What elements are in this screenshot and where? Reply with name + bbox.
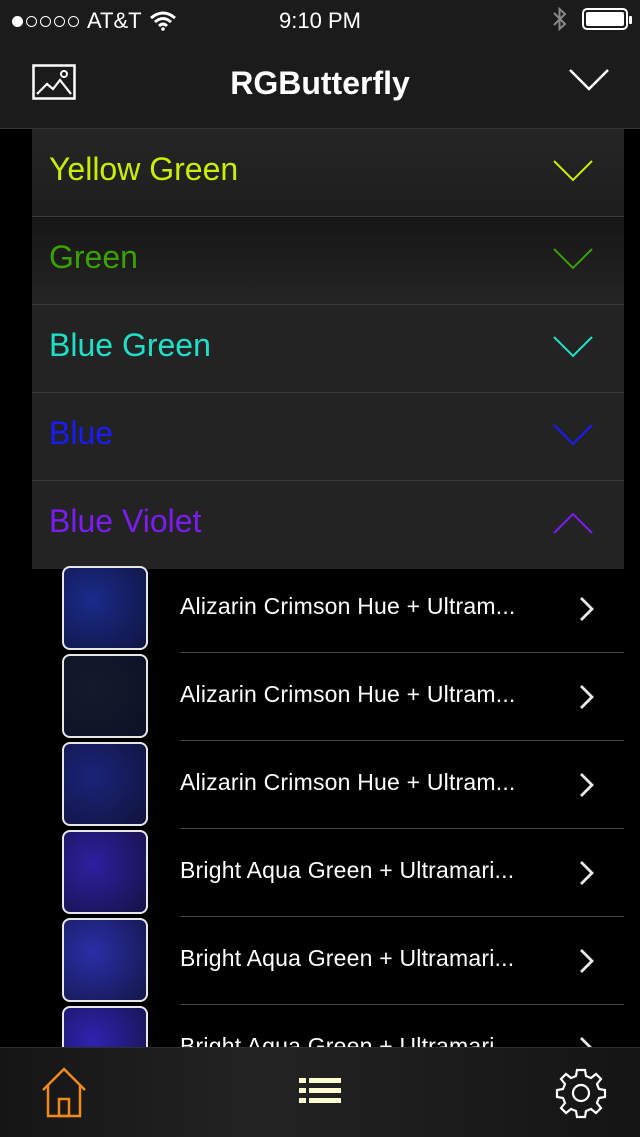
chevron-right-icon xyxy=(580,685,594,709)
color-swatch xyxy=(62,566,148,650)
color-swatch xyxy=(62,1006,148,1047)
chevron-right-icon xyxy=(580,1037,592,1047)
color-section-list: Yellow Green Green Blue Green Blue Blue Viol… xyxy=(32,129,624,569)
list-item[interactable]: Bright Aqua Green + Ultramari... xyxy=(0,1005,640,1047)
item-label: Bright Aqua Green + Ultramari... xyxy=(180,1033,515,1047)
section-yellow-green[interactable]: Yellow Green xyxy=(32,129,624,217)
bluetooth-icon xyxy=(553,6,567,32)
chevron-down-icon xyxy=(553,160,593,182)
color-swatch xyxy=(62,742,148,826)
section-label: Yellow Green xyxy=(49,151,239,187)
list-item[interactable]: Alizarin Crimson Hue + Ultram... xyxy=(0,565,640,653)
section-green[interactable]: Green xyxy=(32,217,624,305)
section-blue-green[interactable]: Blue Green xyxy=(32,305,624,393)
status-bar: AT&T 9:10 PM xyxy=(0,0,640,40)
item-label: Alizarin Crimson Hue + Ultram... xyxy=(180,681,516,707)
page-title: RGButterfly xyxy=(230,65,410,101)
list-item[interactable]: Alizarin Crimson Hue + Ultram... xyxy=(0,653,640,741)
section-label: Blue Violet xyxy=(49,503,202,539)
mix-list: Alizarin Crimson Hue + Ultram... Alizarin… xyxy=(0,565,640,1047)
section-blue[interactable]: Blue xyxy=(32,393,624,481)
chevron-right-icon xyxy=(580,597,594,621)
tab-settings[interactable] xyxy=(523,1048,640,1137)
status-time: 9:10 PM xyxy=(279,8,361,33)
chevron-down-icon xyxy=(553,424,593,446)
status-right xyxy=(552,6,632,32)
list-icon xyxy=(299,1078,341,1103)
chevron-down-icon xyxy=(553,248,593,270)
chevron-down-icon xyxy=(553,336,593,358)
list-item[interactable]: Bright Aqua Green + Ultramari... xyxy=(0,917,640,1005)
chevron-up-icon xyxy=(553,512,593,534)
chevron-right-icon xyxy=(580,861,594,885)
color-swatch xyxy=(62,918,148,1002)
color-swatch xyxy=(62,654,148,738)
home-icon xyxy=(42,1067,86,1118)
gear-icon xyxy=(555,1068,607,1119)
section-label: Blue Green xyxy=(49,327,211,363)
list-item[interactable]: Alizarin Crimson Hue + Ultram... xyxy=(0,741,640,829)
tab-home[interactable] xyxy=(2,1048,122,1137)
chevron-right-icon xyxy=(580,773,594,797)
section-blue-violet[interactable]: Blue Violet xyxy=(32,481,624,569)
chevron-down-icon[interactable] xyxy=(568,68,610,92)
list-item[interactable]: Bright Aqua Green + Ultramari... xyxy=(0,829,640,917)
battery-icon xyxy=(582,8,632,30)
section-label: Green xyxy=(49,239,138,275)
section-label: Blue xyxy=(49,415,114,451)
tab-list[interactable] xyxy=(260,1048,380,1137)
item-label: Alizarin Crimson Hue + Ultram... xyxy=(180,769,516,795)
item-label: Bright Aqua Green + Ultramari... xyxy=(180,945,515,971)
chevron-right-icon xyxy=(580,949,594,973)
item-label: Alizarin Crimson Hue + Ultram... xyxy=(180,593,516,619)
navigation-bar: RGButterfly xyxy=(0,40,640,129)
item-label: Bright Aqua Green + Ultramari... xyxy=(180,857,515,883)
tab-bar xyxy=(0,1047,640,1137)
color-swatch xyxy=(62,830,148,914)
